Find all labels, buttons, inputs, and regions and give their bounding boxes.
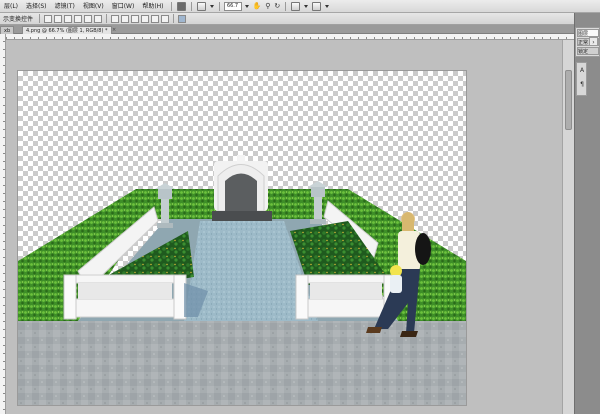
distribute-left-icon[interactable] [141, 14, 150, 23]
photoshop-window: 层(L) 选择(S) 滤镜(T) 视图(V) 窗口(W) 帮助(H) 66.7 … [0, 0, 600, 414]
menu-window[interactable]: 窗口(W) [108, 0, 139, 13]
collapse-panels-icon[interactable]: › [589, 37, 598, 46]
menu-select[interactable]: 选择(S) [22, 0, 51, 13]
menu-view[interactable]: 视图(V) [79, 0, 108, 13]
tombstone [225, 173, 257, 211]
align-hcenter-icon[interactable] [84, 14, 93, 23]
distribute-bottom-icon[interactable] [131, 14, 140, 23]
mini-tool-column: A ¶ [576, 62, 587, 96]
menu-separator [285, 1, 287, 11]
front-left-railing [63, 274, 187, 320]
zoom-level-field[interactable]: 66.7 [223, 1, 242, 11]
align-top-icon[interactable] [44, 14, 53, 23]
menu-separator [218, 1, 220, 11]
scrollbar-thumb[interactable] [565, 70, 572, 130]
rotate-icon[interactable]: ↻ [274, 2, 280, 10]
paved-ground [18, 321, 466, 405]
show-transform-controls-label[interactable]: 示变换控件 [0, 14, 36, 23]
align-right-icon[interactable] [94, 14, 103, 23]
options-separator [39, 14, 41, 23]
cemetery-render [18, 155, 466, 405]
document-tab-bar: xb 4.png @ 66.7% (图层 1, RGB/8) * × [0, 25, 574, 34]
distribute-hcenter-icon[interactable] [151, 14, 160, 23]
tab-close-icon[interactable]: × [112, 26, 116, 34]
menu-separator [170, 1, 172, 11]
hand-icon[interactable]: ✋ [253, 2, 262, 10]
options-separator [106, 14, 108, 23]
align-bottom-icon[interactable] [64, 14, 73, 23]
menu-separator [190, 1, 192, 11]
character-panel-icon[interactable]: A [578, 67, 586, 75]
tab-layers[interactable]: 图层 [577, 29, 599, 37]
menu-help[interactable]: 帮助(H) [138, 0, 167, 13]
distribute-right-icon[interactable] [161, 14, 170, 23]
ps-doc-icon[interactable] [176, 1, 186, 11]
layout-dropdown-icon[interactable] [304, 4, 309, 8]
zoom-dropdown-icon[interactable] [244, 4, 249, 8]
paragraph-panel-icon[interactable]: ¶ [578, 81, 586, 89]
auto-align-icon[interactable] [178, 14, 187, 23]
screen-mode-icon[interactable] [312, 1, 322, 11]
document-canvas[interactable] [18, 71, 466, 405]
document-icon[interactable] [196, 1, 206, 11]
menu-layer[interactable]: 层(L) [0, 0, 22, 13]
tombstone-base [212, 211, 272, 221]
vertical-scrollbar[interactable] [562, 40, 574, 414]
align-left-icon[interactable] [74, 14, 83, 23]
dropdown-icon[interactable] [209, 4, 214, 8]
layout-icon[interactable] [291, 1, 301, 11]
options-separator [173, 14, 175, 23]
tab-4-png[interactable]: 4.png @ 66.7% (图层 1, RGB/8) * [22, 26, 112, 34]
zoom-icon[interactable]: ⚲ [265, 2, 270, 10]
distribute-vcenter-icon[interactable] [121, 14, 130, 23]
tab-xb[interactable]: xb [0, 26, 15, 34]
distribute-top-icon[interactable] [111, 14, 120, 23]
options-bar: 示变换控件 [0, 13, 574, 25]
screen-mode-dropdown-icon[interactable] [325, 4, 330, 8]
menu-bar: 层(L) 选择(S) 滤镜(T) 视图(V) 窗口(W) 帮助(H) 66.7 … [0, 0, 600, 13]
lock-label[interactable]: 锁定 [577, 47, 599, 55]
align-vcenter-icon[interactable] [54, 14, 63, 23]
menu-filter[interactable]: 滤镜(T) [51, 0, 79, 13]
front-right-railing [295, 274, 397, 320]
